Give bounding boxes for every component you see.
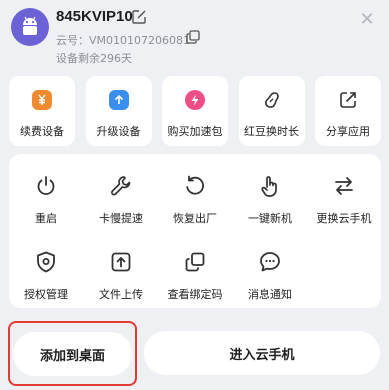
enter-cloud-phone-button[interactable]: 进入云手机 xyxy=(144,331,380,375)
factory-reset-label: 恢复出厂 xyxy=(173,212,217,225)
authorization-label: 授权管理 xyxy=(24,288,68,301)
upgrade-icon xyxy=(108,90,129,110)
change-cloud-phone-label: 更换云手机 xyxy=(316,212,372,225)
share-app-button[interactable]: 分享应用 xyxy=(315,76,381,146)
message-icon xyxy=(260,252,280,272)
edit-icon[interactable] xyxy=(131,9,147,25)
add-to-desktop-button[interactable]: 添加到桌面 xyxy=(13,332,132,376)
view-bind-code-label: 查看绑定码 xyxy=(167,288,223,301)
restart-label: 重启 xyxy=(35,212,57,225)
copy-icon[interactable] xyxy=(186,30,200,44)
remaining-days: 设备剩余296天 xyxy=(56,52,132,65)
upgrade-device-label: 升级设备 xyxy=(96,125,141,138)
copy-code-icon xyxy=(185,252,205,272)
upgrade-device-button[interactable]: 升级设备 xyxy=(85,76,152,146)
authorization-button[interactable]: 授权管理 xyxy=(9,250,83,306)
restart-button[interactable]: 重启 xyxy=(9,174,83,230)
renew-device-button[interactable]: 续费设备 xyxy=(9,76,75,146)
cloud-id: 云号：VM010107206081 xyxy=(56,34,190,47)
message-notify-label: 消息通知 xyxy=(248,288,292,301)
renew-device-label: 续费设备 xyxy=(20,125,64,138)
message-notify-button[interactable]: 消息通知 xyxy=(233,250,307,306)
device-header: 845KVIP10 云号：VM010107206081 设备剩余296天 ✕ xyxy=(0,0,389,70)
bean-icon xyxy=(262,90,282,110)
wrench-icon xyxy=(111,176,131,196)
upload-icon xyxy=(111,252,131,272)
boost-icon xyxy=(185,90,205,110)
bean-exchange-button[interactable]: 红豆换时长 xyxy=(238,76,305,146)
factory-reset-button[interactable]: 恢复出厂 xyxy=(158,174,232,230)
view-bind-code-button[interactable]: 查看绑定码 xyxy=(158,250,232,306)
power-icon xyxy=(37,176,55,195)
one-click-new-button[interactable]: 一键新机 xyxy=(233,174,307,230)
tap-hand-icon xyxy=(261,176,277,197)
tools-panel: 重启 卡慢提速 恢复出厂 一键新机 更换云手机 授权管理 文件上传 查看绑定码 … xyxy=(9,154,381,308)
buy-boost-pack-label: 购买加速包 xyxy=(167,125,223,138)
close-icon[interactable]: ✕ xyxy=(359,11,375,29)
quick-actions: 续费设备 升级设备 购买加速包 红豆换时长 分享应用 xyxy=(9,76,381,146)
buy-boost-pack-button[interactable]: 购买加速包 xyxy=(162,76,228,146)
one-click-new-label: 一键新机 xyxy=(248,212,292,225)
file-upload-label: 文件上传 xyxy=(99,288,143,301)
swap-icon xyxy=(335,177,353,195)
speed-up-label: 卡慢提速 xyxy=(99,212,143,225)
android-avatar-icon xyxy=(11,8,49,46)
file-upload-button[interactable]: 文件上传 xyxy=(84,250,158,306)
share-icon xyxy=(338,90,358,110)
device-name: 845KVIP10 xyxy=(56,8,133,25)
add-to-desktop-highlight: 添加到桌面 xyxy=(8,321,137,386)
change-cloud-phone-button[interactable]: 更换云手机 xyxy=(307,174,381,230)
bean-exchange-label: 红豆换时长 xyxy=(244,125,299,138)
renew-icon xyxy=(32,90,52,110)
shield-icon xyxy=(37,251,55,273)
reset-icon xyxy=(186,175,204,195)
speed-up-button[interactable]: 卡慢提速 xyxy=(84,174,158,230)
share-app-label: 分享应用 xyxy=(326,125,370,138)
